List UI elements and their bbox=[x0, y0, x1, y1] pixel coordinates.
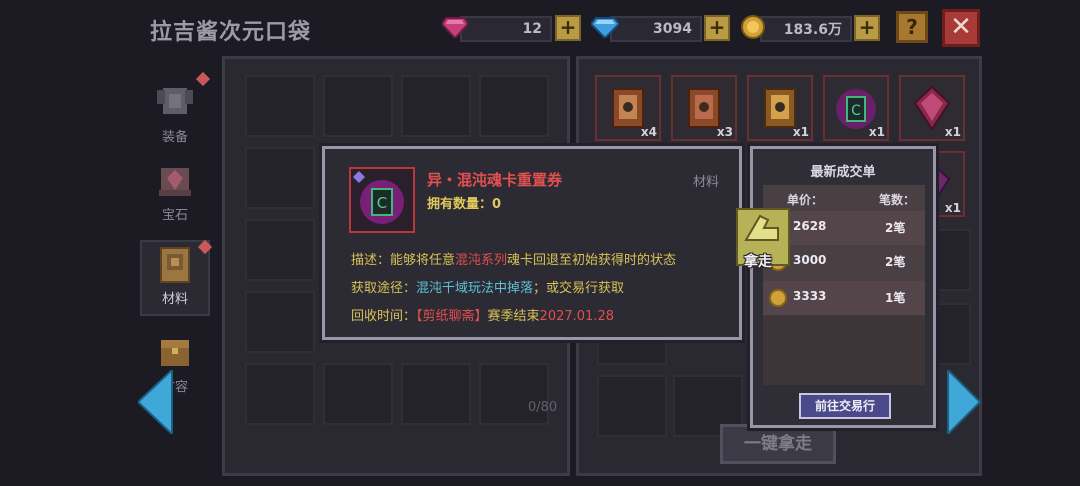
svg-text:C: C bbox=[377, 194, 387, 212]
tab-label: 装备 bbox=[161, 130, 188, 145]
bag-slot[interactable] bbox=[245, 147, 315, 209]
item-card[interactable]: x1 bbox=[747, 75, 813, 141]
goto-market-button[interactable]: 前往交易行 bbox=[799, 393, 891, 419]
deals-empty-area bbox=[763, 315, 925, 385]
item-source: 获取途径：混沌千域玩法中掉落；或交易行获取 bbox=[351, 281, 625, 296]
owned-count: 拥有数量：0 bbox=[427, 197, 502, 212]
hand-grab-icon bbox=[744, 214, 779, 241]
take-away-label: 拿走 bbox=[744, 254, 772, 270]
add-gold-button[interactable]: + bbox=[854, 15, 880, 41]
deal-row: 3333 1笔 bbox=[763, 281, 925, 315]
pink-gem-icon bbox=[440, 12, 470, 42]
gem-chest-icon bbox=[153, 158, 197, 202]
prev-page-arrow[interactable] bbox=[136, 367, 174, 438]
armor-icon bbox=[153, 80, 197, 124]
svg-text:C: C bbox=[851, 103, 861, 119]
item-card[interactable]: x3 bbox=[671, 75, 737, 141]
item-tooltip: C 异・混沌魂卡重置券 材料 拥有数量：0 描述：能够将任意混沌系列魂卡回退至初… bbox=[322, 146, 742, 340]
close-button[interactable]: ✕ bbox=[942, 9, 980, 47]
gem-count: 12 bbox=[460, 16, 552, 42]
bag-slot[interactable] bbox=[323, 75, 393, 137]
add-gem-button[interactable]: + bbox=[555, 15, 581, 41]
item-card[interactable]: x4 bbox=[595, 75, 661, 141]
pocket-slot[interactable] bbox=[597, 375, 667, 437]
item-icon-frame: C bbox=[349, 167, 415, 233]
count-column-header: 笔数： bbox=[879, 193, 916, 207]
bag-slot[interactable] bbox=[401, 75, 471, 137]
bag-slot[interactable] bbox=[323, 363, 393, 425]
item-name: 异・混沌魂卡重置券 bbox=[427, 171, 563, 189]
gold-coin-icon bbox=[738, 12, 768, 42]
bag-slot[interactable] bbox=[479, 363, 549, 425]
item-card[interactable]: C x1 bbox=[823, 75, 889, 141]
help-button[interactable]: ? bbox=[896, 11, 928, 43]
item-quantity: x1 bbox=[868, 125, 885, 139]
take-all-button[interactable]: 一键拿走 bbox=[720, 424, 836, 464]
item-card[interactable]: x1 bbox=[899, 75, 965, 141]
item-quantity: x1 bbox=[944, 201, 961, 215]
bag-slot[interactable] bbox=[401, 363, 471, 425]
bag-capacity: 0/80 bbox=[528, 400, 558, 415]
item-quantity: x1 bbox=[944, 125, 961, 139]
item-quantity: x4 bbox=[640, 125, 657, 139]
item-description: 描述：能够将任意混沌系列魂卡回退至初始获得时的状态 bbox=[351, 253, 677, 268]
gold-coin-icon bbox=[769, 289, 787, 307]
bag-slot[interactable] bbox=[245, 363, 315, 425]
bag-slot[interactable] bbox=[479, 75, 549, 137]
tab-equipment[interactable]: 装备 bbox=[140, 80, 210, 152]
blue-diamond-icon bbox=[590, 12, 620, 42]
item-recycle-time: 回收时间：【剪纸聊斋】赛季结束2027.01.28 bbox=[351, 309, 614, 324]
bag-slot[interactable] bbox=[245, 291, 315, 353]
item-quantity: x1 bbox=[792, 125, 809, 139]
tab-gems[interactable]: 宝石 bbox=[140, 158, 210, 230]
tab-label: 宝石 bbox=[161, 208, 188, 223]
expand-chest-icon bbox=[153, 330, 197, 374]
material-book-icon bbox=[153, 242, 197, 286]
bag-slot[interactable] bbox=[245, 219, 315, 281]
deals-title: 最新成交单 bbox=[810, 165, 876, 180]
item-category: 材料 bbox=[692, 175, 719, 190]
bag-slot[interactable] bbox=[245, 75, 315, 137]
item-quantity: x3 bbox=[716, 125, 733, 139]
tab-label: 材料 bbox=[161, 292, 188, 307]
add-diamond-button[interactable]: + bbox=[704, 15, 730, 41]
chaos-card-ticket-icon: C bbox=[353, 171, 404, 224]
page-title: 拉吉酱次元口袋 bbox=[150, 20, 312, 45]
tab-materials[interactable]: 材料 bbox=[140, 240, 210, 316]
price-column-header: 单价： bbox=[787, 193, 824, 207]
gold-count: 183.6万 bbox=[760, 16, 852, 42]
next-page-arrow[interactable] bbox=[946, 367, 982, 438]
diamond-count: 3094 bbox=[610, 16, 702, 42]
recent-deals-panel: 最新成交单 单价： 笔数： 2628 2笔 3000 2笔 3333 1笔 前往… bbox=[750, 146, 936, 428]
